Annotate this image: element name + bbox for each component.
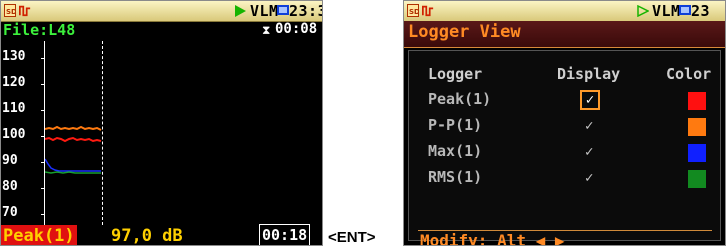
title-bar: Logger View [404, 21, 725, 48]
logger-row-name: Peak(1) [428, 90, 492, 108]
logger-plot-screen: SD VLM 23:32 File:L48 ⧗ 00:08 130 120 11… [0, 0, 323, 246]
result-value: 97,0 dB [111, 226, 183, 246]
modify-hint: Modify: Alt ◀ ▶ [420, 231, 565, 246]
monitor-icon [277, 5, 289, 15]
y-tick-label: 100 [2, 127, 26, 142]
sd-card-icon: SD [407, 4, 419, 17]
trace-peak [45, 136, 102, 143]
status-bar: SD VLM 23:32 [1, 1, 322, 22]
y-tick-label: 80 [2, 179, 18, 194]
display-checkbox[interactable]: ✓ [585, 170, 593, 186]
svg-text:SD: SD [6, 8, 16, 16]
color-swatch[interactable] [688, 170, 706, 188]
column-header-logger: Logger [428, 65, 483, 83]
logger-row-name: Max(1) [428, 142, 483, 160]
color-swatch[interactable] [688, 118, 706, 136]
play-icon [235, 5, 246, 17]
color-swatch[interactable] [688, 144, 706, 162]
svg-text:SD: SD [409, 8, 419, 16]
status-bar: SD VLM 23 33 [404, 1, 725, 38]
trace-max [45, 158, 101, 172]
y-tick-label: 130 [2, 49, 26, 64]
hourglass-icon: ⧗ [262, 23, 271, 37]
display-checkbox[interactable]: ✓ [585, 144, 593, 160]
clock: 23:32 [289, 2, 322, 20]
y-tick-label: 70 [2, 205, 18, 220]
y-tick [41, 188, 45, 189]
play-icon [637, 5, 649, 17]
monitor-icon [679, 5, 691, 15]
y-tick [41, 58, 45, 59]
file-label: File:L48 [3, 21, 76, 39]
y-tick [41, 214, 45, 215]
column-header-color: Color [666, 65, 712, 83]
trace-p-p [45, 125, 102, 131]
logger-row-name: P-P(1) [428, 116, 483, 134]
instrument-mode: VLM [652, 2, 681, 20]
logger-view-screen: SD VLM 23 33 Logger View Logger Display … [403, 0, 726, 246]
screen-title: Logger View [408, 22, 521, 42]
instrument-mode: VLM [250, 2, 279, 20]
result-label: Peak(1) [1, 225, 77, 246]
y-tick-label: 90 [2, 153, 18, 168]
display-checkbox[interactable]: ✓ [585, 118, 593, 134]
column-header-display: Display [557, 65, 621, 83]
logger-row-name: RMS(1) [428, 168, 483, 186]
display-checkbox[interactable]: ✓ [580, 90, 600, 110]
logger-icon [19, 5, 31, 17]
logger-icon [422, 5, 434, 17]
trace-rms [45, 171, 101, 174]
sd-card-icon: SD [4, 4, 16, 17]
enter-key-label: <ENT> [328, 229, 376, 246]
color-swatch[interactable] [688, 92, 706, 110]
y-tick-label: 110 [2, 101, 26, 116]
elapsed-time: 00:08 [275, 21, 318, 37]
plot-cursor[interactable] [102, 41, 103, 225]
y-tick [41, 110, 45, 111]
logger-traces [45, 125, 102, 174]
y-tick [41, 84, 45, 85]
cursor-time: 00:18 [259, 224, 311, 245]
y-tick-label: 120 [2, 75, 26, 90]
